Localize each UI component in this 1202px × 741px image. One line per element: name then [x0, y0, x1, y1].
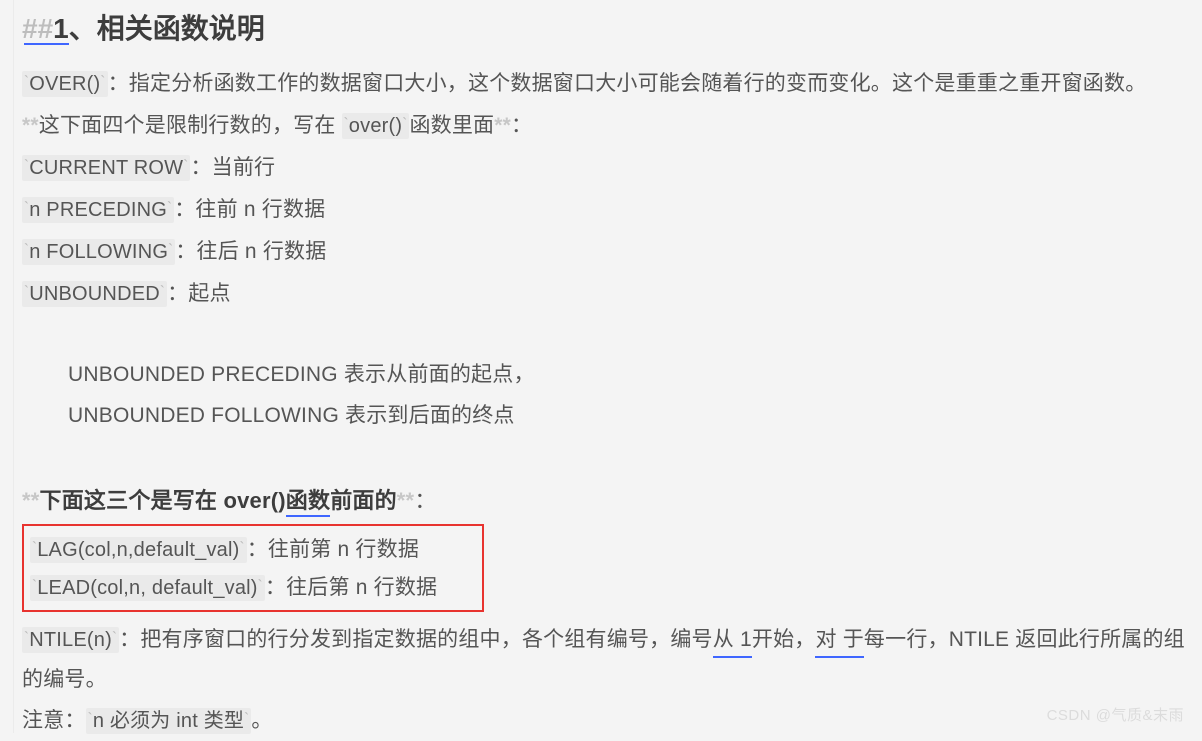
red-box-row: `LEAD(col,n, default_val)`：往后第 n 行数据 [30, 568, 482, 606]
code-n-preceding: `n PRECEDING` [22, 196, 175, 223]
backtick-close: ` [168, 240, 174, 258]
frame-item-row: `CURRENT ROW`：当前行 [22, 146, 1194, 188]
note-end: 。 [251, 708, 273, 732]
red-box-row-desc: ：往后第 n 行数据 [264, 575, 438, 599]
page-title: ##1、相关函数说明 [22, 12, 1194, 46]
frame-item-desc: ：往前 n 行数据 [174, 197, 326, 221]
paragraph-over-text: ：指定分析函数工作的数据窗口大小，这个数据窗口大小可能会随着行的变而变化。这个是… [107, 71, 1147, 95]
code-current-row: `CURRENT ROW` [22, 154, 191, 181]
paragraph-ntile: `NTILE(n)`：把有序窗口的行分发到指定数据的组中，各个组有编号，编号从 … [22, 618, 1194, 699]
page-root: ##1、相关函数说明 `OVER()`：指定分析函数工作的数据窗口大小，这个数据… [0, 0, 1202, 734]
csdn-watermark: CSDN @气质&末雨 [1046, 707, 1184, 724]
red-box-row: `LAG(col,n,default_val)`：往前第 n 行数据 [30, 530, 482, 568]
frame-item-desc: ：起点 [167, 281, 231, 305]
code-n-following-label: n FOLLOWING [29, 240, 169, 263]
code-current-row-label: CURRENT ROW [29, 156, 184, 179]
lead-text-d: 前面的 [330, 487, 397, 513]
paragraph-over-description: `OVER()`：指定分析函数工作的数据窗口大小，这个数据窗口大小可能会随着行的… [22, 62, 1194, 104]
frame-item-desc: ：当前行 [190, 155, 276, 179]
frame-item-desc: ：往后 n 行数据 [175, 239, 327, 263]
red-box-row-desc: ：往前第 n 行数据 [246, 537, 420, 561]
indented-note-line: UNBOUNDED PRECEDING 表示从前面的起点， [68, 362, 535, 386]
backtick-close: ` [167, 198, 173, 216]
code-n-following: `n FOLLOWING` [22, 238, 176, 265]
code-unbounded: `UNBOUNDED` [22, 280, 168, 307]
red-highlight-box: `LAG(col,n,default_val)`：往前第 n 行数据 `LEAD… [22, 523, 484, 612]
frame-item-row: `UNBOUNDED`：起点 [22, 272, 1194, 314]
markdown-stars-close: ** [494, 113, 511, 137]
paragraph-three-functions-heading: **下面这三个是写在 over() 函数前面的**： [22, 484, 1194, 518]
code-over-inline-label: over() [348, 114, 403, 137]
markdown-stars-open: ** [22, 487, 40, 513]
ntile-underline-1: 从 1 [712, 620, 753, 659]
code-lag-label: LAG(col,n,default_val) [37, 538, 240, 561]
code-ntile-label: NTILE(n) [29, 628, 112, 651]
code-n-int-type: `n 必须为 int 类型` [85, 707, 252, 734]
note-label: 注意： [22, 708, 86, 732]
limit-colon: ： [511, 113, 533, 137]
ntile-underline-2: 对 于 [815, 620, 865, 659]
left-vertical-rule [13, 0, 14, 733]
code-unbounded-label: UNBOUNDED [29, 282, 160, 305]
backtick-close: ` [244, 709, 250, 727]
lead-text-over: over() [223, 487, 286, 513]
paragraph-limit-rows: **这下面四个是限制行数的，写在 `over()`函数里面**： [22, 104, 1194, 146]
code-over: `OVER()` [22, 70, 108, 97]
code-n-int-type-label: n 必须为 int 类型 [92, 709, 245, 732]
lead-colon: ： [414, 487, 437, 513]
limit-text-after: 函数里面 [409, 113, 495, 137]
frame-item-row: `n FOLLOWING`：往后 n 行数据 [22, 230, 1194, 272]
heading-number: 1 [53, 13, 69, 44]
heading-hash-marks: ## [22, 13, 54, 44]
code-lead-label: LEAD(col,n, default_val) [37, 576, 258, 599]
backtick-close: ` [402, 114, 408, 132]
lead-text-underlined: 函数 [285, 484, 331, 518]
frame-item-row: `n PRECEDING`：往前 n 行数据 [22, 188, 1194, 230]
backtick-close: ` [100, 72, 106, 90]
document-content: ##1、相关函数说明 `OVER()`：指定分析函数工作的数据窗口大小，这个数据… [22, 0, 1194, 741]
indented-note-block: UNBOUNDED PRECEDING 表示从前面的起点， UNBOUNDED … [22, 354, 1194, 436]
code-lag: `LAG(col,n,default_val)` [30, 536, 247, 563]
code-ntile: `NTILE(n)` [22, 626, 120, 653]
backtick-close: ` [239, 538, 245, 556]
code-lead: `LEAD(col,n, default_val)` [30, 574, 265, 601]
code-n-preceding-label: n PRECEDING [29, 198, 167, 221]
backtick-close: ` [159, 282, 166, 300]
limit-text-before: 这下面四个是限制行数的，写在 [38, 113, 342, 137]
markdown-stars-open: ** [22, 113, 39, 137]
ntile-text-2: 开始， [751, 627, 816, 651]
heading-rest: 、相关函数说明 [68, 13, 265, 44]
markdown-stars-close: ** [396, 487, 415, 513]
backtick-close: ` [257, 576, 263, 594]
backtick-close: ` [111, 628, 118, 646]
code-over-inline: `over()` [341, 112, 410, 139]
lead-text-a: 下面这三个是写在 [39, 487, 224, 513]
ntile-text-1: ：把有序窗口的行分发到指定数据的组中，各个组有编号，编号 [119, 627, 713, 651]
code-over-label: OVER() [29, 72, 101, 95]
backtick-close: ` [183, 156, 189, 174]
heading-underlined-part: ##1 [22, 13, 69, 44]
indented-note-line: UNBOUNDED FOLLOWING 表示到后面的终点 [68, 403, 515, 427]
paragraph-note: 注意： `n 必须为 int 类型`。 [22, 699, 1194, 741]
